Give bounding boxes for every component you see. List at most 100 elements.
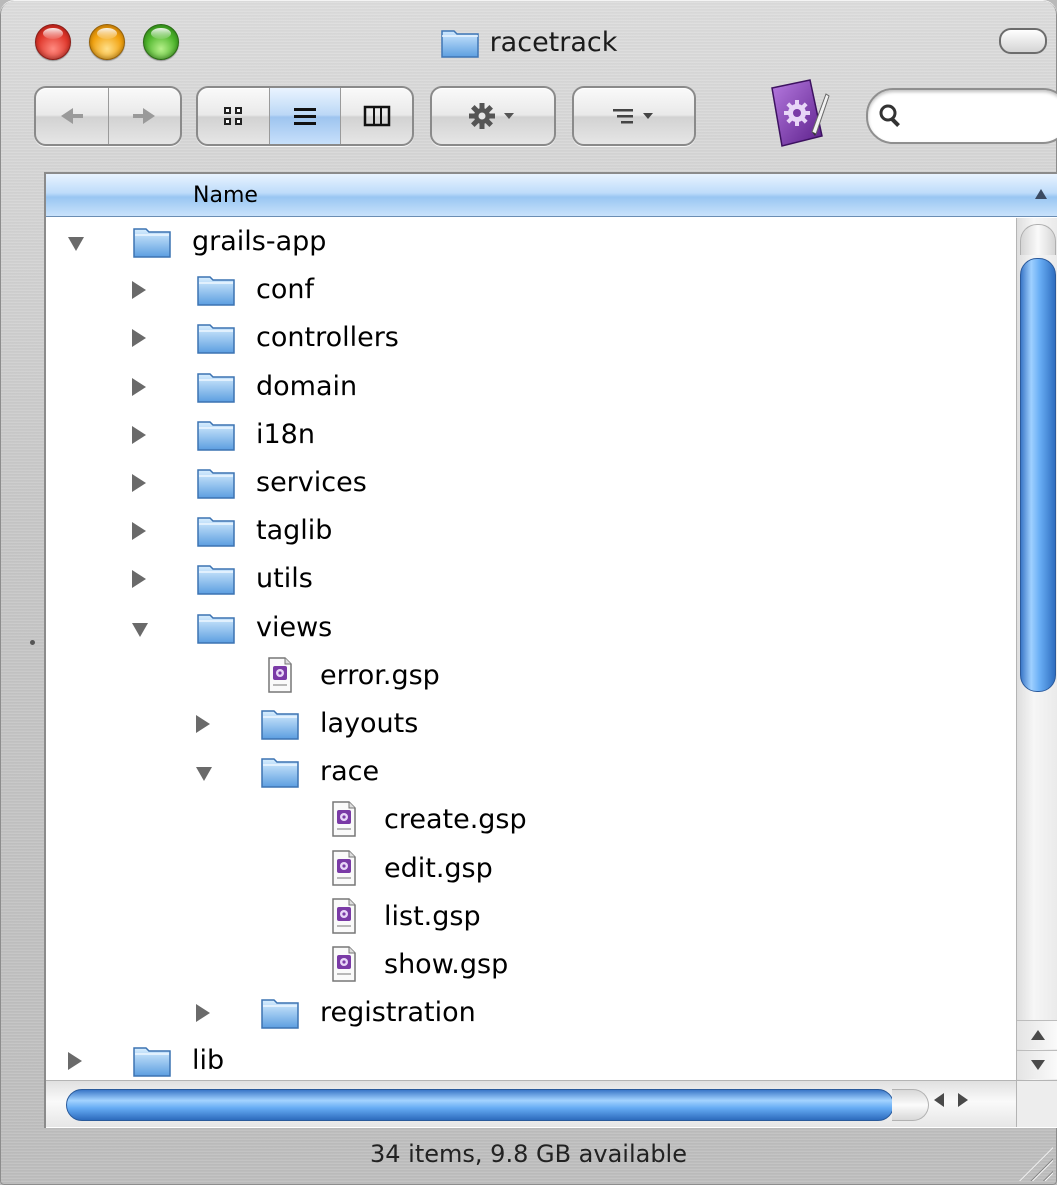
folder-icon — [261, 999, 299, 1029]
scroll-up-button[interactable] — [1017, 1020, 1057, 1049]
disclosure-closed-icon[interactable] — [68, 1052, 82, 1071]
folder-icon — [261, 758, 299, 788]
list-view-button[interactable] — [269, 88, 342, 144]
action-segment[interactable] — [432, 88, 554, 144]
disclosure-closed-icon[interactable] — [196, 1004, 210, 1023]
folder-row[interactable]: views — [46, 604, 1016, 652]
folder-name: registration — [320, 997, 476, 1029]
folder-icon — [133, 1047, 171, 1078]
finder-window: racetrack Name grails-app conf controlle… — [0, 0, 1057, 1185]
disclosure-closed-icon[interactable] — [196, 715, 210, 733]
folder-row[interactable]: i18n — [46, 411, 1016, 459]
folder-icon — [197, 324, 235, 355]
gsp-editor-app-icon[interactable] — [766, 74, 830, 154]
folder-icon — [440, 30, 479, 58]
folder-name: grails-app — [192, 226, 327, 257]
file-row[interactable]: error.gsp — [46, 652, 1016, 700]
file-row[interactable]: show.gsp — [46, 941, 1016, 989]
arrange-icon — [613, 109, 653, 124]
icon-view-icon — [224, 107, 243, 125]
disclosure-open-icon[interactable] — [68, 237, 84, 251]
down-arrow-icon — [1031, 1060, 1045, 1070]
file-row[interactable]: list.gsp — [46, 893, 1016, 941]
folder-row[interactable]: conf — [46, 266, 1016, 314]
gear-icon — [469, 103, 514, 129]
folder-icon — [133, 228, 171, 258]
scroll-right-icon[interactable] — [958, 1093, 968, 1107]
file-name: show.gsp — [384, 949, 509, 980]
file-row[interactable]: edit.gsp — [46, 845, 1016, 893]
scroll-track-end — [892, 1089, 929, 1121]
action-menu-button[interactable] — [430, 86, 556, 146]
disclosure-closed-icon[interactable] — [132, 570, 146, 589]
search-input[interactable] — [916, 100, 1050, 130]
scroll-left-icon[interactable] — [934, 1093, 944, 1107]
folder-icon — [197, 276, 235, 306]
view-switcher — [196, 86, 414, 146]
folder-name: race — [320, 756, 380, 788]
file-list-rows: grails-app conf controllers domain i18n servi… — [46, 218, 1016, 1078]
folder-row[interactable]: controllers — [46, 314, 1016, 362]
name-column-header[interactable]: Name — [46, 174, 1057, 217]
forward-arrow-icon — [133, 108, 156, 124]
horizontal-scroll-thumb[interactable] — [66, 1089, 894, 1121]
folder-row[interactable]: race — [46, 748, 1016, 796]
horizontal-scrollbar[interactable] — [46, 1080, 1016, 1127]
folder-icon — [197, 613, 235, 644]
disclosure-closed-icon[interactable] — [132, 474, 146, 492]
file-name: error.gsp — [320, 659, 440, 691]
back-button[interactable] — [36, 88, 109, 144]
folder-name: utils — [256, 563, 313, 595]
folder-icon — [197, 421, 235, 451]
column-view-button[interactable] — [341, 88, 412, 144]
disclosure-open-icon[interactable] — [196, 767, 212, 782]
disclosure-closed-icon[interactable] — [132, 281, 146, 300]
disclosure-closed-icon[interactable] — [132, 425, 146, 444]
scroll-track-cap — [1020, 224, 1056, 255]
arrange-menu-button[interactable] — [572, 86, 696, 146]
folder-name: views — [256, 611, 333, 643]
disclosure-closed-icon[interactable] — [132, 522, 146, 541]
folder-icon — [197, 469, 235, 499]
icon-view-button[interactable] — [198, 88, 270, 144]
vertical-scrollbar[interactable] — [1016, 218, 1057, 1080]
folder-name: taglib — [256, 515, 333, 547]
search-field[interactable] — [866, 88, 1057, 144]
file-row[interactable]: create.gsp — [46, 796, 1016, 844]
folder-row[interactable]: grails-app — [46, 218, 1016, 266]
disclosure-open-icon[interactable] — [132, 622, 148, 637]
back-forward-control — [34, 86, 182, 146]
vertical-scroll-thumb[interactable] — [1020, 258, 1056, 692]
folder-icon — [197, 517, 235, 547]
up-arrow-icon — [1031, 1030, 1045, 1040]
window-title: racetrack — [489, 26, 618, 58]
gsp-file-icon — [332, 946, 356, 982]
arrange-segment[interactable] — [574, 88, 694, 144]
file-name: list.gsp — [384, 900, 481, 932]
list-view-icon — [294, 108, 316, 125]
folder-name: conf — [256, 274, 314, 306]
folder-row[interactable]: taglib — [46, 507, 1016, 555]
folder-name: lib — [192, 1045, 225, 1077]
scroll-down-button[interactable] — [1017, 1050, 1057, 1079]
folder-icon — [261, 710, 299, 740]
folder-name: services — [256, 467, 367, 498]
folder-row[interactable]: domain — [46, 363, 1016, 411]
title-bar: racetrack — [0, 22, 1057, 62]
folder-row[interactable]: registration — [46, 989, 1016, 1037]
folder-name: i18n — [256, 418, 315, 450]
back-arrow-icon — [60, 108, 83, 124]
disclosure-closed-icon[interactable] — [132, 329, 146, 348]
status-bar-text: 34 items, 9.8 GB available — [370, 1140, 687, 1168]
folder-row[interactable]: utils — [46, 555, 1016, 603]
folder-icon — [197, 565, 235, 596]
folder-row[interactable]: services — [46, 459, 1016, 507]
forward-button[interactable] — [109, 88, 181, 144]
disclosure-closed-icon[interactable] — [132, 377, 146, 396]
search-icon — [879, 104, 900, 127]
toolbar-toggle-button[interactable] — [999, 28, 1047, 54]
folder-name: domain — [256, 370, 358, 402]
folder-row[interactable]: layouts — [46, 700, 1016, 748]
gsp-file-icon — [332, 849, 356, 886]
folder-row[interactable]: lib — [46, 1037, 1016, 1078]
